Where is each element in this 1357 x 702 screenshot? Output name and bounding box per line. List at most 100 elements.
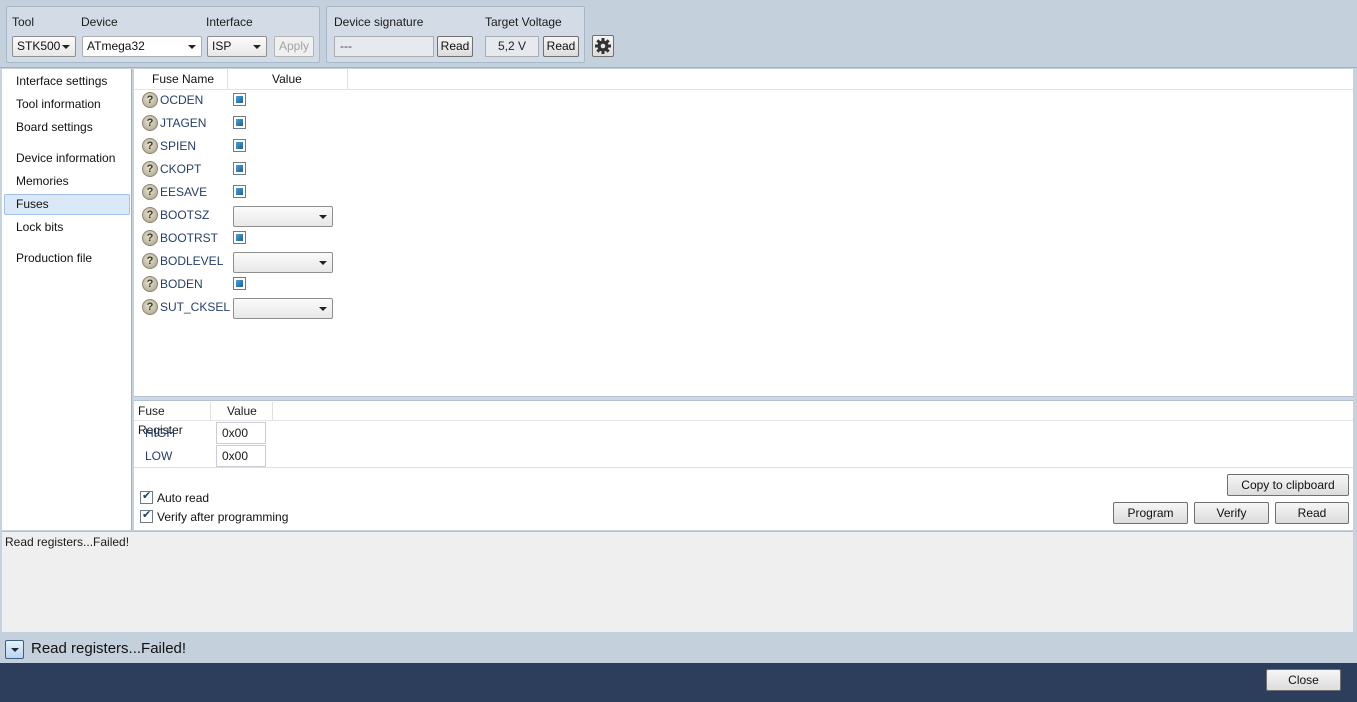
help-icon[interactable]: ? (142, 276, 158, 292)
help-icon[interactable]: ? (142, 230, 158, 246)
read-button[interactable]: Read (1275, 502, 1349, 524)
signature-group: Device signature Target Voltage --- Read… (326, 6, 585, 63)
expand-log-button[interactable] (5, 640, 24, 659)
help-icon[interactable]: ? (142, 138, 158, 154)
fuse-row: ? SUT_CKSEL (134, 296, 534, 319)
register-value-high[interactable]: 0x00 (216, 422, 266, 444)
sidebar-item-fuses[interactable]: Fuses (4, 194, 130, 215)
verify-after-programming-checkbox[interactable] (140, 508, 153, 523)
sidebar-item-memories[interactable]: Memories (4, 171, 130, 192)
sidebar: Interface settings Tool information Boar… (2, 69, 132, 530)
sidebar-item-production-file[interactable]: Production file (4, 248, 130, 269)
tool-group: Tool Device Interface STK500 ATmega32 IS… (6, 6, 320, 63)
interface-select[interactable]: ISP (207, 36, 267, 57)
register-value-low[interactable]: 0x00 (216, 445, 266, 467)
help-icon[interactable]: ? (142, 92, 158, 108)
verify-button[interactable]: Verify (1194, 502, 1269, 524)
fuse-row: ? SPIEN (134, 135, 534, 158)
interface-label: Interface (206, 15, 253, 29)
chevron-down-icon (253, 45, 261, 49)
fuse-row: ? BOOTSZ (134, 204, 534, 227)
settings-button[interactable] (592, 35, 614, 57)
fuse-row: ? EESAVE (134, 181, 534, 204)
fuse-name-column-header[interactable]: Fuse Name (134, 69, 228, 89)
fuse-checkbox[interactable] (233, 93, 246, 106)
help-icon[interactable]: ? (142, 161, 158, 177)
help-icon[interactable]: ? (142, 184, 158, 200)
target-voltage-field: 5,2 V (485, 36, 539, 57)
interface-select-value: ISP (212, 39, 232, 53)
auto-read-checkbox[interactable] (140, 489, 153, 504)
chevron-down-icon (319, 215, 327, 219)
fuse-row: ? CKOPT (134, 158, 534, 181)
fuse-name: BODEN (160, 277, 203, 291)
tool-label: Tool (12, 15, 35, 29)
fuse-row: ? BODEN (134, 273, 534, 296)
fuse-row: ? BOOTRST (134, 227, 534, 250)
help-icon[interactable]: ? (142, 253, 158, 269)
verify-after-programming-label: Verify after programming (157, 510, 289, 524)
fuse-name: BODLEVEL (160, 254, 224, 268)
auto-read-label: Auto read (157, 491, 210, 505)
copy-to-clipboard-button[interactable]: Copy to clipboard (1227, 474, 1349, 496)
target-voltage-label: Target Voltage (485, 15, 562, 29)
fuse-select[interactable] (233, 252, 333, 273)
sidebar-item-tool-information[interactable]: Tool information (4, 94, 130, 115)
log-output: Read registers...Failed! (2, 531, 1353, 632)
read-voltage-button[interactable]: Read (543, 36, 579, 57)
fuse-name: OCDEN (160, 93, 204, 107)
sidebar-item-board-settings[interactable]: Board settings (4, 117, 130, 138)
sidebar-item-interface-settings[interactable]: Interface settings (4, 71, 130, 92)
device-select-value: ATmega32 (87, 39, 145, 53)
register-header-divider (134, 420, 1353, 421)
fuse-name: SPIEN (160, 139, 197, 153)
fuse-checkbox[interactable] (233, 162, 246, 175)
fuse-checkbox[interactable] (233, 231, 246, 244)
value-column-header[interactable]: Value (228, 69, 348, 89)
fuse-name: BOOTSZ (160, 208, 210, 222)
fuse-select[interactable] (233, 298, 333, 319)
tool-select-value: STK500 (17, 39, 61, 53)
register-value-column-header[interactable]: Value (211, 402, 273, 421)
sidebar-item-lock-bits[interactable]: Lock bits (4, 217, 130, 238)
fuse-checkbox[interactable] (233, 185, 246, 198)
chevron-down-icon (319, 307, 327, 311)
fuse-name: SUT_CKSEL (160, 300, 231, 314)
gear-icon (595, 38, 611, 54)
fuse-checkbox[interactable] (233, 139, 246, 152)
device-signature-field: --- (334, 36, 434, 57)
fuse-checkbox[interactable] (233, 116, 246, 129)
log-text: Read registers...Failed! (5, 535, 130, 549)
help-icon[interactable]: ? (142, 299, 158, 315)
program-button[interactable]: Program (1113, 502, 1188, 524)
help-icon[interactable]: ? (142, 115, 158, 131)
fuses-panel: Fuse Name Value ? OCDEN ? JTAGEN ? SPIEN… (134, 69, 1353, 530)
chevron-down-icon (319, 261, 327, 265)
fuse-register-column-header[interactable]: Fuse Register (134, 402, 211, 437)
apply-button[interactable]: Apply (274, 36, 314, 57)
help-icon[interactable]: ? (142, 207, 158, 223)
chevron-down-icon (188, 45, 196, 49)
register-name-high: HIGH (145, 426, 175, 440)
toolbar: Tool Device Interface STK500 ATmega32 IS… (0, 0, 1357, 68)
tool-select[interactable]: STK500 (12, 36, 76, 57)
fuse-row: ? JTAGEN (134, 112, 534, 135)
fuse-row: ? BODLEVEL (134, 250, 534, 273)
fuse-name: BOOTRST (160, 231, 219, 245)
panel-splitter[interactable] (134, 396, 1353, 401)
device-select[interactable]: ATmega32 (82, 36, 202, 57)
fuse-checkbox[interactable] (233, 277, 246, 290)
device-label: Device (81, 15, 118, 29)
fuse-name: JTAGEN (160, 116, 207, 130)
chevron-down-icon (11, 648, 19, 652)
status-bar: Read registers...Failed! (0, 632, 1357, 663)
sidebar-item-device-information[interactable]: Device information (4, 148, 130, 169)
footer: Close (0, 663, 1357, 702)
fuse-name: CKOPT (160, 162, 202, 176)
options-divider (134, 467, 1353, 468)
register-name-low: LOW (145, 449, 173, 463)
fuse-select[interactable] (233, 206, 333, 227)
status-message: Read registers...Failed! (31, 640, 187, 657)
close-button[interactable]: Close (1266, 669, 1341, 691)
read-signature-button[interactable]: Read (437, 36, 473, 57)
